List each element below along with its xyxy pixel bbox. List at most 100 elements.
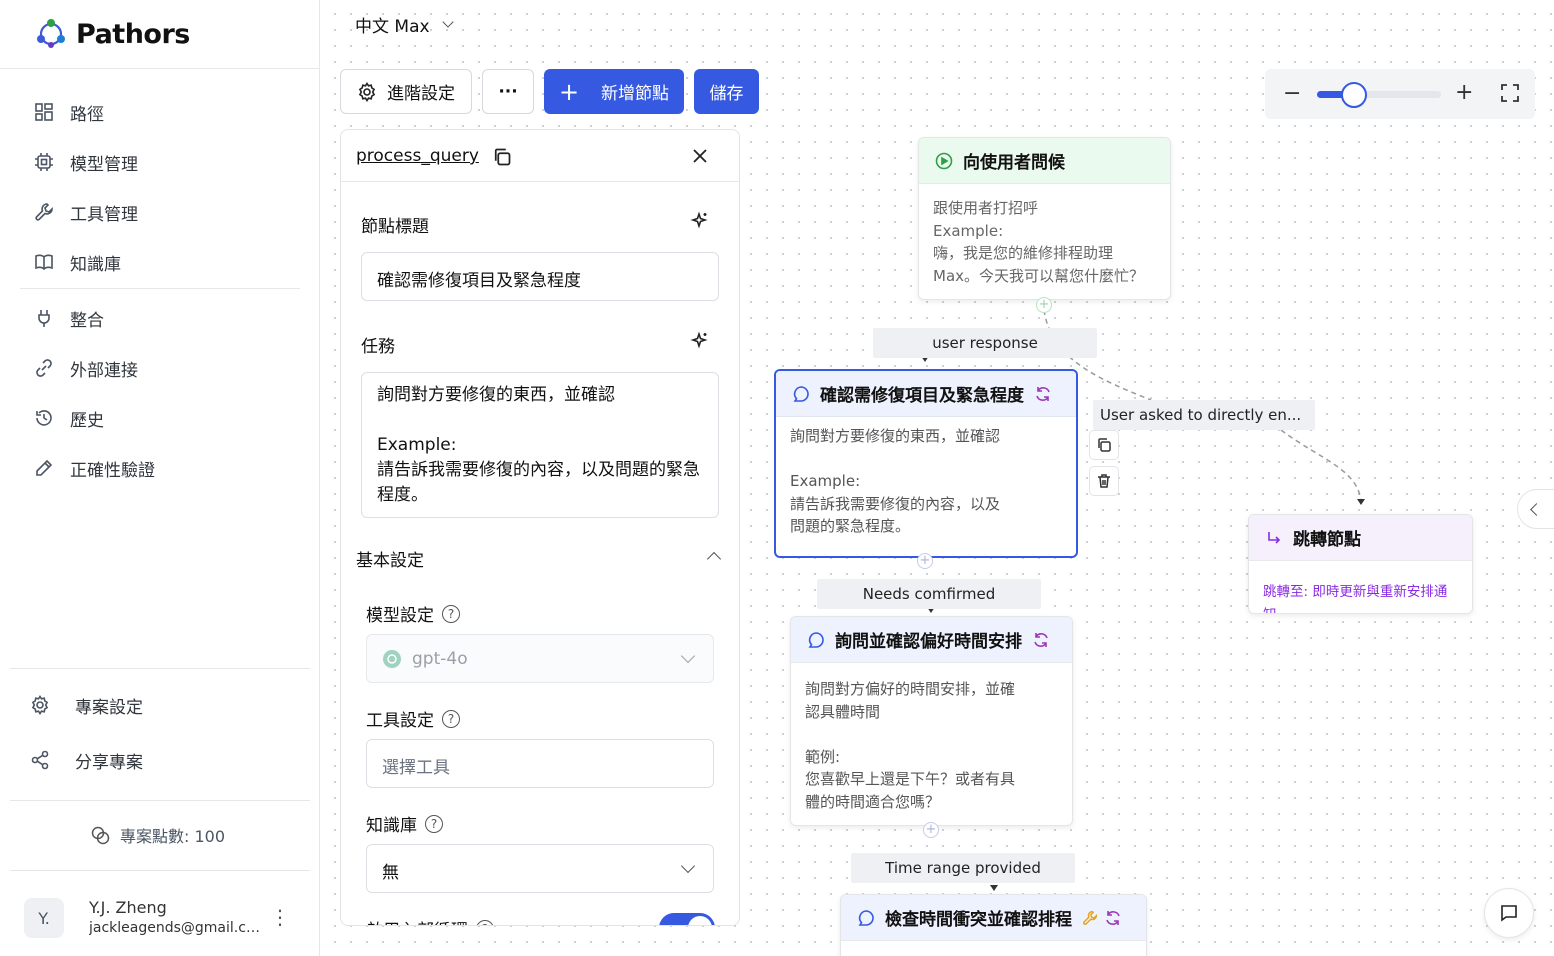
nav-label: 歷史 <box>70 410 104 431</box>
node-header: 向使用者問候 <box>919 138 1170 184</box>
close-icon[interactable] <box>693 149 707 163</box>
wrench-icon <box>35 203 53 221</box>
model-field-label: 模型設定 <box>366 606 434 626</box>
tools-field-label: 工具設定 <box>366 711 434 731</box>
nav-label: 分享專案 <box>75 752 143 773</box>
knowledge-base-select[interactable]: 無 <box>366 844 714 893</box>
nav-item-paths[interactable]: 路徑 <box>34 97 104 127</box>
node-title: 詢問並確認偏好時間安排 <box>835 632 1022 652</box>
node-header: 檢查時間衝突並確認排程 <box>841 895 1146 941</box>
nav-item-models[interactable]: 模型管理 <box>34 147 138 177</box>
flow-node-check-conflicts[interactable]: 檢查時間衝突並確認排程 <box>840 894 1147 956</box>
user-profile[interactable]: Y. Y.J. Zheng jackleagends@gmail.com ⋮ <box>24 893 304 943</box>
chevron-down-icon <box>680 648 696 664</box>
divider <box>0 68 320 69</box>
divider <box>20 288 300 289</box>
user-email: jackleagends@gmail.com <box>89 920 264 936</box>
nav-label: 工具管理 <box>70 204 138 225</box>
delete-node-button[interactable] <box>1089 466 1119 496</box>
flow-canvas[interactable]: 中文 Max 進階設定 ··· + 新增節點 儲存 − + 向使用者問候 跟使用… <box>321 0 1554 956</box>
nav-item-knowledge[interactable]: 知識庫 <box>34 247 121 277</box>
flow-node-jump[interactable]: 跳轉節點 跳轉至: 即時更新與重新安排通知 <box>1248 514 1473 614</box>
play-circle-icon <box>935 152 953 169</box>
more-vertical-icon[interactable]: ⋮ <box>270 907 290 927</box>
flow-node-greet[interactable]: 向使用者問候 跟使用者打招呼 Example: 嗨，我是您的維修排程助理 Max… <box>918 137 1171 300</box>
task-field-label: 任務 <box>361 337 395 357</box>
kb-value: 無 <box>382 863 399 883</box>
history-icon <box>36 410 52 426</box>
tools-field: 工具設定 ? <box>366 706 460 731</box>
loop-icon <box>1034 632 1048 647</box>
project-settings-button[interactable]: 專案設定 <box>30 690 143 720</box>
corner-arrow-icon <box>1268 531 1281 544</box>
link-icon <box>36 359 52 377</box>
nav-item-validation[interactable]: 正確性驗證 <box>34 453 155 483</box>
edge-label[interactable]: user response <box>873 328 1097 358</box>
help-icon[interactable]: ? <box>425 814 443 833</box>
kb-field-label: 知識庫 <box>366 816 417 836</box>
coins-icon <box>91 826 110 845</box>
nav-label: 專案設定 <box>75 697 143 718</box>
app-name: Pathors <box>76 18 190 50</box>
title-field-label: 節點標題 <box>361 217 429 237</box>
chat-button[interactable] <box>1484 888 1534 938</box>
help-icon[interactable]: ? <box>476 919 494 925</box>
project-credits: 專案點數: 100 <box>90 823 225 847</box>
node-body: 跟使用者打招呼 Example: 嗨，我是您的維修排程助理 Max。今天我可以幫… <box>933 199 1145 285</box>
node-body: 詢問對方偏好的時間安排，並確 認具體時間 範例: 您喜歡早上還是下午？或者有具 … <box>805 680 1016 811</box>
node-header: 詢問並確認偏好時間安排 <box>791 617 1072 663</box>
gear-icon <box>31 695 49 715</box>
node-id[interactable]: process_query <box>356 146 479 166</box>
loop-icon <box>1036 386 1050 401</box>
nav-label: 正確性驗證 <box>70 460 155 481</box>
help-icon[interactable]: ? <box>442 709 460 728</box>
chip-icon <box>35 153 53 171</box>
copy-icon[interactable] <box>492 147 512 167</box>
edge-label[interactable]: User asked to directly en... <box>1093 400 1315 430</box>
kb-field: 知識庫 ? <box>366 811 443 836</box>
sidebar: Pathors 路徑 模型管理 工具管理 知識庫 整合 外部連接 歷史 正確性驗… <box>0 0 320 956</box>
node-title: 確認需修復項目及緊急程度 <box>820 386 1024 406</box>
node-title-input[interactable]: 確認需修復項目及緊急程度 <box>361 252 719 301</box>
chat-bubble-icon <box>858 909 874 926</box>
edge-label[interactable]: Needs comfirmed <box>817 579 1041 609</box>
message-icon <box>1501 905 1517 922</box>
wrench-icon <box>1083 910 1098 925</box>
nav-item-history[interactable]: 歷史 <box>34 403 104 433</box>
trash-icon <box>1098 474 1110 488</box>
duplicate-node-button[interactable] <box>1089 430 1119 460</box>
app-logo[interactable]: Pathors <box>34 16 190 52</box>
node-output-handle[interactable]: + <box>1036 297 1052 313</box>
nav-label: 外部連接 <box>70 360 138 381</box>
nav-label: 整合 <box>70 310 104 331</box>
flow-node-time-preference[interactable]: 詢問並確認偏好時間安排 詢問對方偏好的時間安排，並確 認具體時間 範例: 您喜歡… <box>790 616 1073 826</box>
nav-item-external-links[interactable]: 外部連接 <box>34 353 138 383</box>
sparkle-icon[interactable] <box>690 211 710 231</box>
inner-loop-toggle[interactable] <box>659 913 715 925</box>
task-textarea[interactable]: 詢問對方要修復的東西，並確認 Example: 請告訴我需要修復的內容，以及問題… <box>361 372 719 518</box>
chat-bubble-icon <box>808 631 824 648</box>
share-project-button[interactable]: 分享專案 <box>30 745 143 775</box>
nav-label: 知識庫 <box>70 254 121 275</box>
nav-item-tools[interactable]: 工具管理 <box>34 197 138 227</box>
basic-settings-toggle[interactable]: 基本設定 <box>356 546 424 571</box>
sparkle-icon[interactable] <box>690 331 710 351</box>
node-output-handle[interactable]: + <box>923 822 939 838</box>
plug-icon <box>38 310 50 327</box>
nav-label: 路徑 <box>70 104 104 125</box>
tools-select[interactable]: 選擇工具 <box>366 739 714 788</box>
node-output-handle[interactable]: + <box>917 553 933 569</box>
pencil-icon <box>36 459 53 476</box>
chevron-up-icon[interactable] <box>706 551 722 567</box>
edge-label[interactable]: Time range provided <box>851 853 1075 883</box>
node-properties-panel: process_query 節點標題 確認需修復項目及緊急程度 任務 詢問對方要… <box>340 129 740 926</box>
flow-node-confirm-repair[interactable]: 確認需修復項目及緊急程度 詢問對方要修復的東西，並確認 Example: 請告訴… <box>774 369 1078 558</box>
chevron-left-icon <box>1530 502 1543 516</box>
nav-item-integrations[interactable]: 整合 <box>34 303 104 333</box>
model-select[interactable]: gpt-4o <box>366 634 714 683</box>
collapse-panel-button[interactable] <box>1517 489 1554 529</box>
pathors-logo-icon <box>37 19 65 48</box>
help-icon[interactable]: ? <box>442 604 460 623</box>
divider <box>10 668 310 669</box>
divider <box>10 800 310 801</box>
